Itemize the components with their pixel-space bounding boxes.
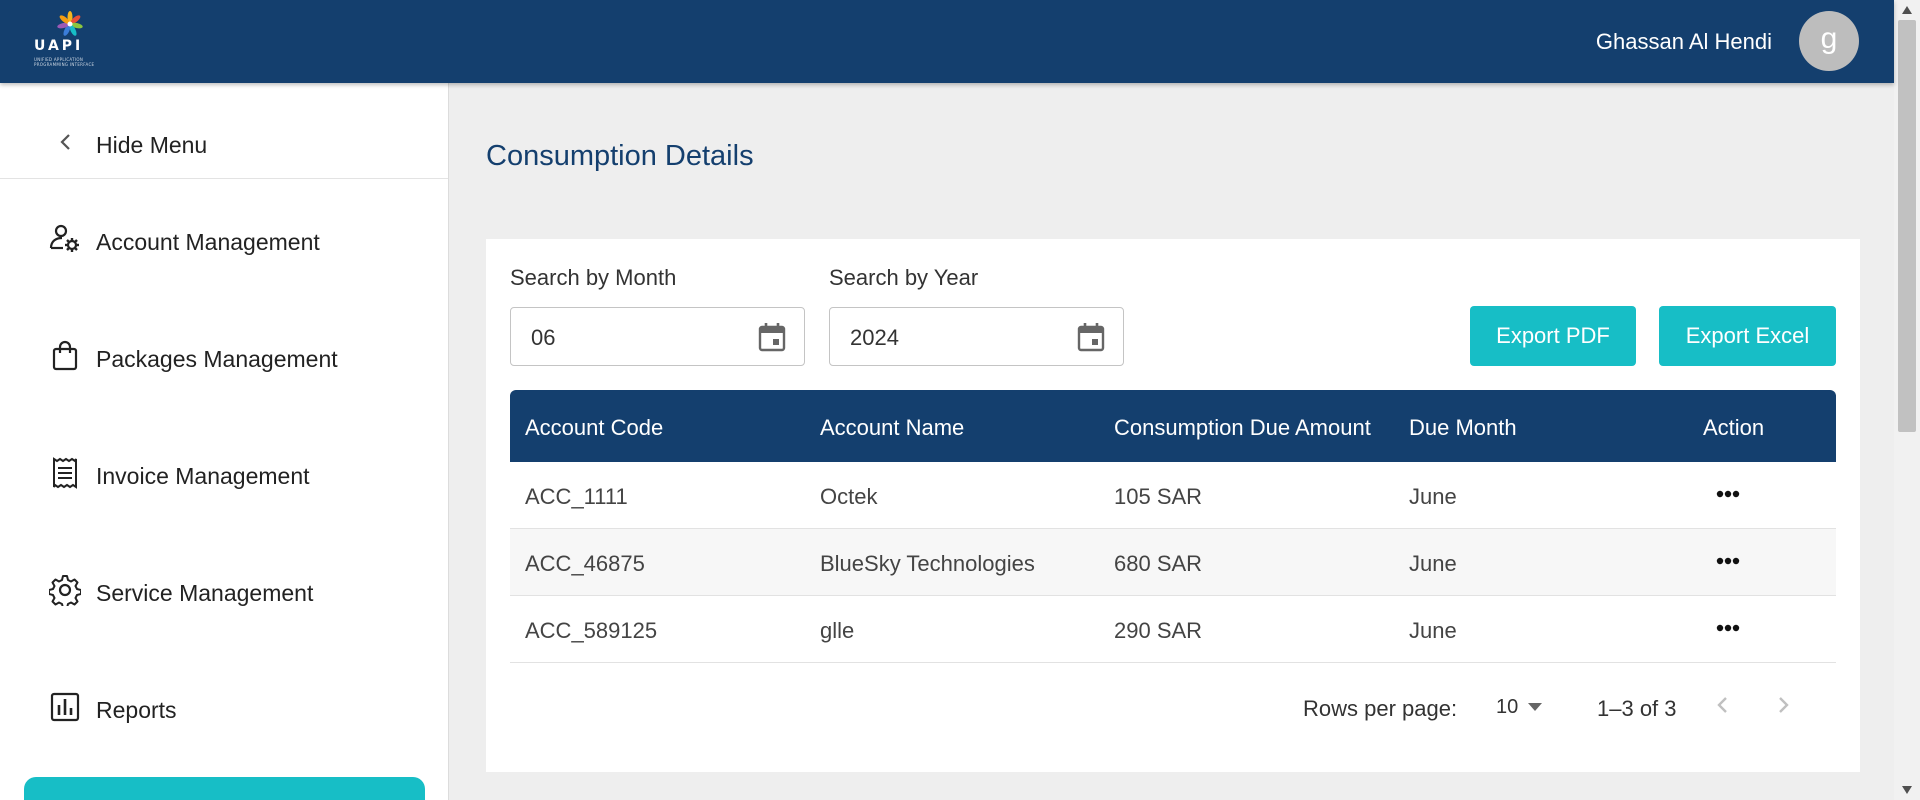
bar-chart-icon [50, 692, 80, 722]
sidebar-item-reports[interactable]: Reports [0, 691, 448, 781]
page-title: Consumption Details [486, 140, 754, 172]
cell-due-amount: 290 SAR [1114, 618, 1203, 643]
gear-icon [49, 575, 81, 606]
table-row: ACC_589125 glle 290 SAR June [510, 596, 1836, 663]
year-label: Search by Year [829, 265, 979, 290]
cell-due-month: June [1409, 618, 1457, 643]
pagination-range: 1–3 of 3 [1597, 696, 1677, 721]
sidebar-item-packages-management[interactable]: Packages Management [0, 340, 448, 430]
user-gear-icon [49, 224, 79, 252]
calendar-icon[interactable] [756, 321, 788, 353]
logo-flower-icon [57, 11, 83, 36]
more-actions-icon[interactable] [1708, 482, 1748, 506]
scroll-up-icon[interactable] [1902, 6, 1912, 14]
cell-account-name: Octek [820, 484, 878, 509]
table-row: ACC_1111 Octek 105 SAR June [510, 462, 1836, 529]
cell-account-code: ACC_1111 [525, 484, 628, 509]
column-header-account-name[interactable]: Account Name [820, 415, 964, 441]
month-picker[interactable]: 06 [510, 307, 805, 366]
more-actions-icon[interactable] [1708, 616, 1748, 640]
column-header-account-code[interactable]: Account Code [525, 415, 663, 441]
column-header-consumption-due-amount[interactable]: Consumption Due Amount [1114, 415, 1371, 441]
sidebar: Hide Menu Account Management Packages Ma… [0, 83, 449, 800]
cell-account-name: glle [820, 618, 855, 643]
cell-due-amount: 105 SAR [1114, 484, 1203, 509]
caret-down-icon [1528, 703, 1542, 711]
cell-account-name: BlueSky Technologies [820, 551, 1035, 576]
hide-menu-label: Hide Menu [96, 132, 208, 158]
next-page-icon[interactable] [1768, 690, 1798, 720]
cell-account-code: ACC_46875 [525, 551, 645, 576]
top-header: UAPI UNIFIED APPLICATION PROGRAMMING INT… [0, 0, 1894, 83]
uapi-logo[interactable]: UAPI UNIFIED APPLICATION PROGRAMMING INT… [32, 10, 108, 72]
calendar-icon[interactable] [1075, 321, 1107, 353]
month-label: Search by Month [510, 265, 677, 290]
column-header-due-month[interactable]: Due Month [1409, 415, 1517, 441]
user-name[interactable]: Ghassan Al Hendi [1596, 29, 1772, 55]
sidebar-item-label: Invoice Management [96, 463, 310, 489]
year-value: 2024 [850, 325, 899, 350]
export-pdf-button[interactable]: Export PDF [1470, 306, 1636, 366]
cell-due-amount: 680 SAR [1114, 551, 1203, 576]
table-row: ACC_46875 BlueSky Technologies 680 SAR J… [510, 529, 1836, 596]
sidebar-item-invoice-management[interactable]: Invoice Management [0, 457, 448, 547]
export-excel-button[interactable]: Export Excel [1659, 306, 1836, 366]
table-pagination: Rows per page: 10 1–3 of 3 [510, 680, 1836, 730]
column-header-action: Action [1703, 415, 1765, 440]
hide-menu-button[interactable]: Hide Menu [0, 83, 448, 179]
sidebar-active-item[interactable] [24, 777, 425, 800]
sidebar-item-label: Account Management [96, 229, 320, 255]
receipt-icon [53, 457, 77, 489]
consumption-table: Account Code Account Name Consumption Du… [510, 390, 1836, 721]
sidebar-item-label: Reports [96, 697, 177, 723]
chevron-left-icon [60, 134, 70, 150]
scrollbar-thumb[interactable] [1898, 20, 1916, 432]
sidebar-item-label: Packages Management [96, 346, 338, 372]
shopping-bag-icon [52, 340, 78, 371]
sidebar-item-service-management[interactable]: Service Management [0, 574, 448, 664]
cell-due-month: June [1409, 551, 1457, 576]
cell-account-code: ACC_589125 [525, 618, 658, 643]
page-scrollbar[interactable] [1894, 0, 1920, 800]
rows-per-page-label: Rows per page: [1303, 696, 1458, 721]
sidebar-item-label: Service Management [96, 580, 314, 606]
logo-tagline: UNIFIED APPLICATION PROGRAMMING INTERFAC… [34, 57, 95, 67]
more-actions-icon[interactable] [1708, 549, 1748, 573]
month-value: 06 [531, 325, 556, 350]
year-picker[interactable]: 2024 [829, 307, 1124, 366]
avatar[interactable]: g [1799, 11, 1859, 71]
cell-due-month: June [1409, 484, 1457, 509]
logo-wordmark: UAPI [34, 38, 84, 54]
previous-page-icon[interactable] [1708, 690, 1738, 720]
sidebar-item-account-management[interactable]: Account Management [0, 223, 448, 313]
consumption-card: Search by Month 06 Search by Year 2024 E… [486, 239, 1860, 772]
scroll-down-icon[interactable] [1902, 786, 1912, 794]
rows-per-page-select[interactable]: 10 [1490, 693, 1550, 721]
rows-per-page-value: 10 [1496, 696, 1519, 718]
table-header: Account Code Account Name Consumption Du… [510, 390, 1836, 462]
